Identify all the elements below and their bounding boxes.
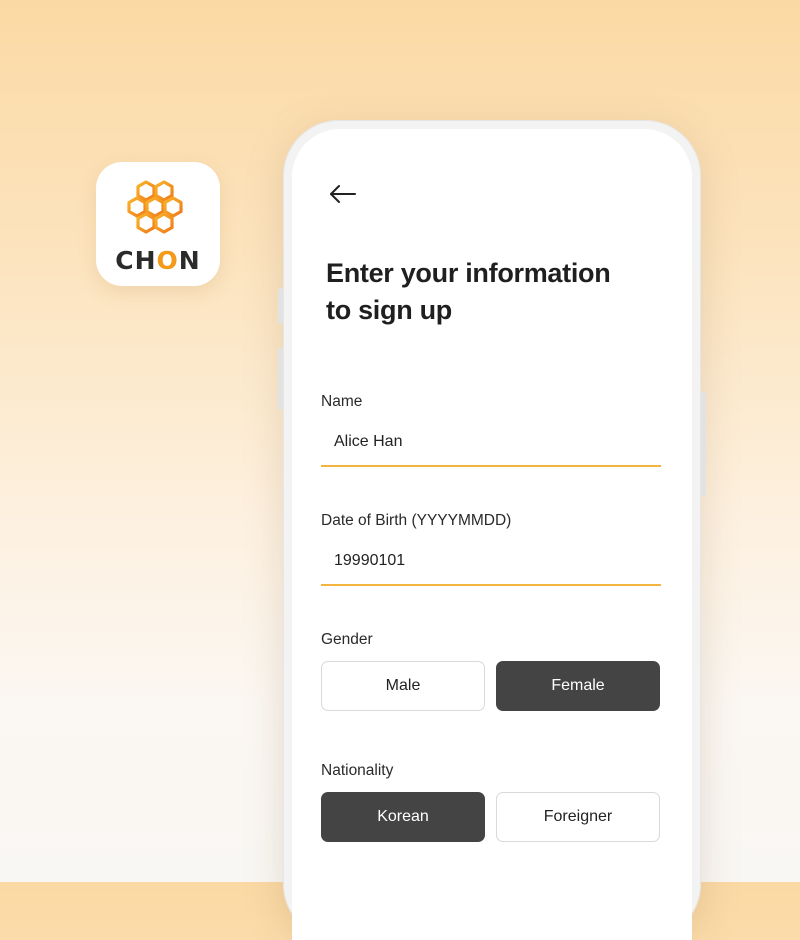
phone-side-button bbox=[278, 288, 283, 324]
signup-screen: Enter your information to sign up Name D… bbox=[292, 129, 692, 940]
phone-side-button bbox=[278, 348, 283, 410]
nationality-korean-button[interactable]: Korean bbox=[321, 792, 485, 842]
phone-power-button bbox=[701, 392, 706, 496]
name-label: Name bbox=[321, 393, 363, 410]
nationality-label: Nationality bbox=[321, 762, 394, 779]
dob-label: Date of Birth (YYYYMMDD) bbox=[321, 512, 512, 529]
app-icon: CHON bbox=[96, 162, 220, 286]
name-input[interactable] bbox=[334, 433, 634, 451]
honeycomb-logo-icon bbox=[127, 180, 183, 234]
name-field[interactable] bbox=[321, 427, 661, 467]
gender-male-button[interactable]: Male bbox=[321, 661, 485, 711]
back-arrow-icon[interactable] bbox=[328, 183, 358, 205]
nationality-foreigner-button[interactable]: Foreigner bbox=[496, 792, 660, 842]
dob-field[interactable] bbox=[321, 546, 661, 586]
gender-female-button[interactable]: Female bbox=[496, 661, 660, 711]
phone-frame: Enter your information to sign up Name D… bbox=[278, 120, 706, 940]
gender-label: Gender bbox=[321, 631, 373, 648]
brand-logo-text: CHON bbox=[115, 246, 201, 275]
page-title: Enter your information to sign up bbox=[326, 258, 611, 325]
dob-input[interactable] bbox=[334, 552, 634, 570]
